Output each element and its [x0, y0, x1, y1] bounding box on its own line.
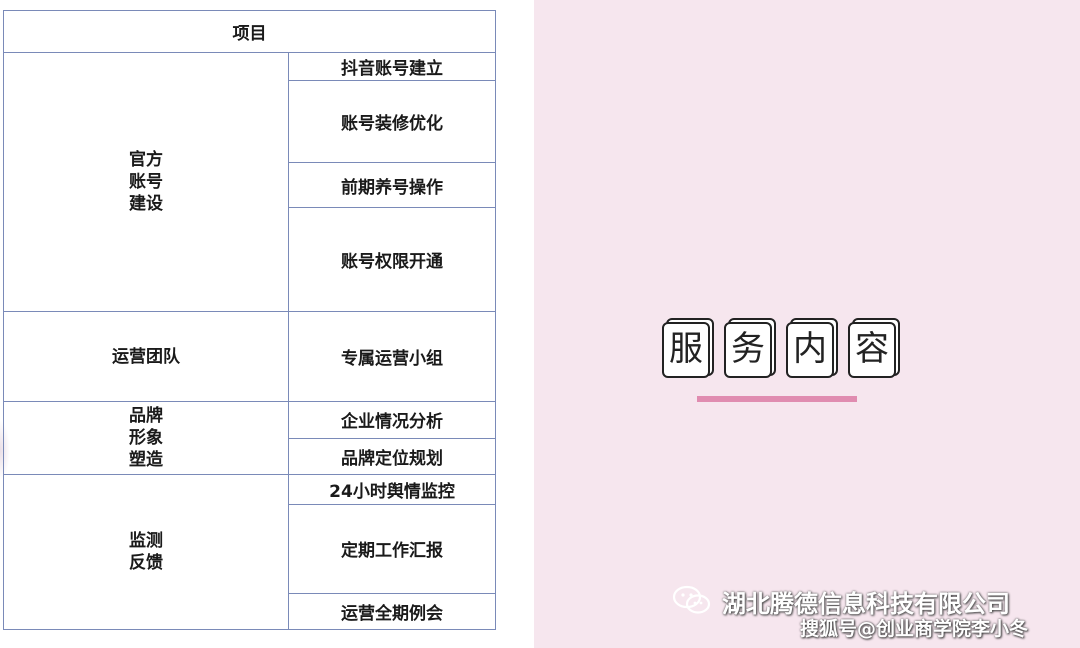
title-char-tile: 服: [662, 318, 714, 378]
category-label: 运营团队: [112, 346, 180, 367]
category-label: 监测 反馈: [129, 530, 163, 573]
item-cell: 账号装修优化: [288, 80, 496, 164]
category-label: 品牌 形象 塑造: [129, 405, 163, 470]
table-header-row: 项目: [3, 9, 496, 54]
title-char-tile: 务: [724, 318, 776, 378]
category-cell: 官方 账号 建设: [3, 52, 289, 313]
title-char-tile: 内: [786, 318, 838, 378]
table-row: 品牌 形象 塑造 企业情况分析: [3, 400, 496, 475]
title-char: 服: [662, 322, 710, 378]
title-char: 内: [786, 322, 834, 378]
category-cell: 运营团队: [3, 311, 289, 402]
table-header: 项目: [3, 9, 496, 54]
item-cell: 品牌定位规划: [288, 437, 496, 475]
item-cell: 前期养号操作: [288, 162, 496, 209]
title-char-tile: 容: [848, 318, 900, 378]
item-cell: 定期工作汇报: [288, 503, 496, 594]
title-char: 容: [848, 322, 896, 378]
table-row: 运营团队 专属运营小组: [3, 311, 496, 402]
table-row: 官方 账号 建设 抖音账号建立: [3, 52, 496, 313]
item-cell: 企业情况分析: [288, 400, 496, 439]
left-panel: 项目 官方 账号 建设 抖音账号建立 账号装修优化 前期养号操作 账号权限开通 …: [0, 0, 534, 648]
wechat-icon: [672, 585, 711, 614]
item-cell: 账号权限开通: [288, 207, 496, 313]
table-row: 监测 反馈 24小时舆情监控: [3, 473, 496, 631]
category-cell: 监测 反馈: [3, 473, 289, 631]
title-char: 务: [724, 322, 772, 378]
category-cell: 品牌 形象 塑造: [3, 400, 289, 475]
item-cell: 运营全期例会: [288, 592, 496, 631]
item-cell: 专属运营小组: [288, 311, 496, 402]
section-title: 服 务 内 容: [662, 318, 900, 378]
item-cell: 24小时舆情监控: [288, 473, 496, 505]
item-cell: 抖音账号建立: [288, 52, 496, 82]
title-underline: [697, 396, 857, 402]
category-label: 官方 账号 建设: [129, 150, 163, 215]
service-table: 项目 官方 账号 建设 抖音账号建立 账号装修优化 前期养号操作 账号权限开通 …: [3, 9, 496, 631]
watermark-text: 搜狐号@创业商学院李小冬: [800, 618, 1029, 640]
